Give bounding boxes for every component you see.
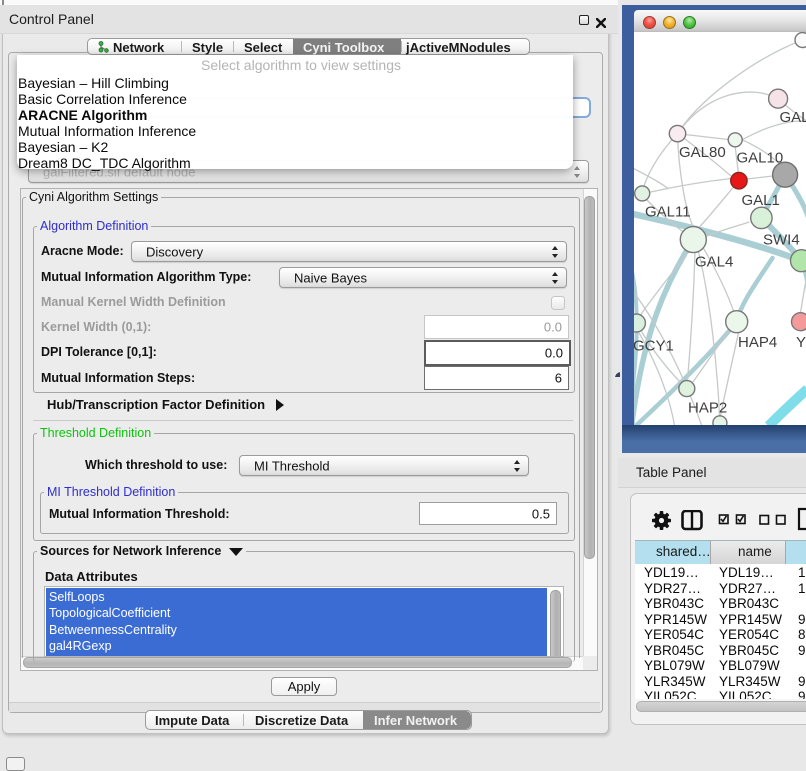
svg-text:GAL10: GAL10 (736, 150, 783, 167)
svg-text:Y: Y (796, 334, 806, 351)
svg-text:GCY1: GCY1 (634, 338, 674, 355)
svg-text:GAL1: GAL1 (741, 192, 779, 209)
svg-text:GAL80: GAL80 (679, 144, 726, 161)
svg-text:GAL2: GAL2 (779, 109, 806, 126)
svg-text:GAL4: GAL4 (695, 253, 733, 270)
svg-text:GAL11: GAL11 (645, 204, 691, 221)
svg-text:SWI4: SWI4 (763, 232, 800, 249)
svg-text:HAP4: HAP4 (738, 334, 777, 351)
svg-text:HAP2: HAP2 (688, 400, 727, 417)
